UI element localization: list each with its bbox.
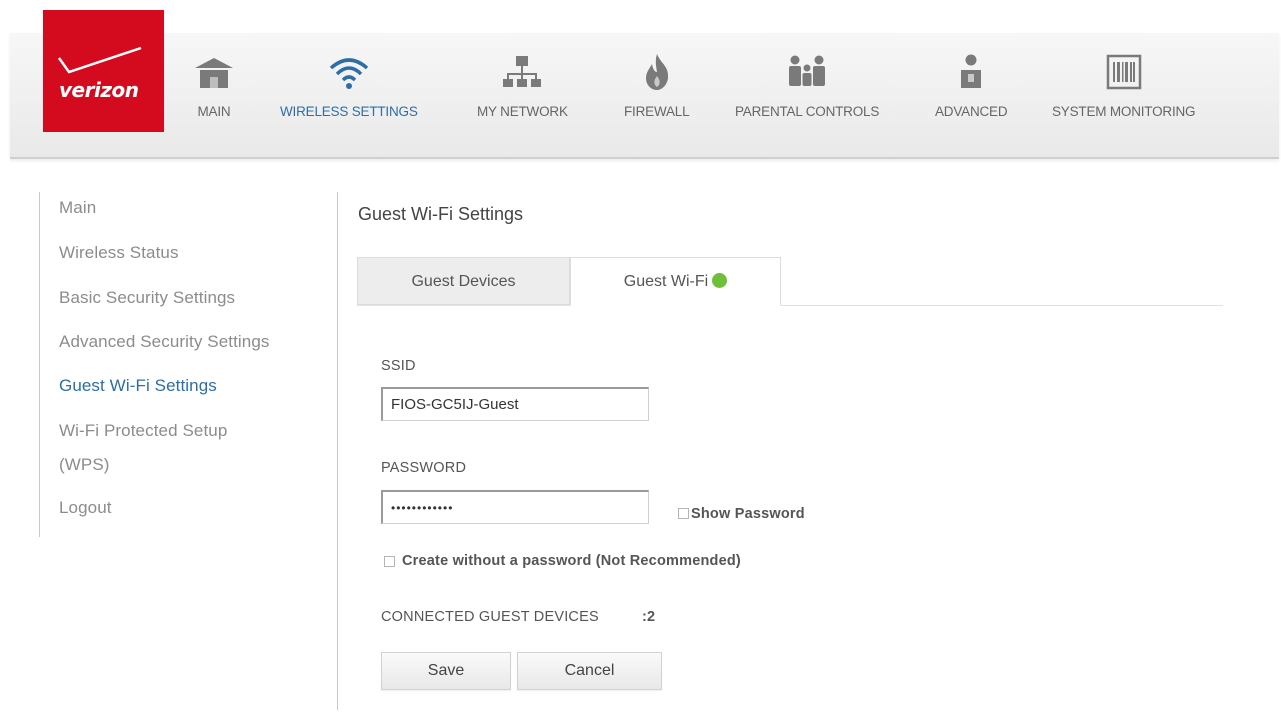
network-icon — [503, 56, 542, 87]
sidebar-item-basic-security-settings[interactable]: Basic Security Settings — [59, 280, 235, 316]
nav-advanced-label: ADVANCED — [935, 104, 1008, 119]
nav-parental-controls[interactable]: PARENTAL CONTROLS — [735, 50, 879, 119]
tab-guest-devices[interactable]: Guest Devices — [357, 257, 570, 305]
nav-my-network-label: MY NETWORK — [477, 104, 568, 119]
sidebar-item-wps-suffix[interactable]: (WPS) — [59, 447, 110, 483]
wifi-icon — [329, 58, 368, 89]
nav-wireless-settings-label: WIRELESS SETTINGS — [280, 104, 418, 119]
nav-parental-controls-label: PARENTAL CONTROLS — [735, 104, 880, 119]
tab-guest-wifi-label: Guest Wi-Fi — [623, 273, 709, 290]
password-label: PASSWORD — [381, 460, 467, 476]
no-password-checkbox[interactable] — [384, 556, 395, 567]
save-button[interactable]: Save — [381, 652, 511, 690]
nav-system-monitoring-label: SYSTEM MONITORING — [1052, 104, 1196, 119]
password-input[interactable] — [381, 490, 649, 524]
page-title: Guest Wi-Fi Settings — [358, 204, 524, 224]
connected-devices-label: CONNECTED GUEST DEVICES — [381, 609, 599, 625]
nav-advanced[interactable]: ADVANCED — [935, 50, 1008, 119]
ssid-input[interactable] — [381, 387, 649, 421]
logo-text: verizon — [59, 78, 139, 102]
show-password-checkbox[interactable] — [678, 508, 689, 519]
sidebar-item-guest-wifi-settings[interactable]: Guest Wi-Fi Settings — [59, 368, 217, 404]
flame-icon — [645, 54, 668, 90]
tab-guest-wifi[interactable]: Guest Wi-Fi — [570, 257, 781, 306]
tab-guest-devices-label: Guest Devices — [411, 273, 516, 290]
show-password-label[interactable]: Show Password — [691, 506, 805, 522]
no-password-label[interactable]: Create without a password (Not Recommend… — [402, 553, 741, 569]
connected-devices-count: :2 — [642, 609, 656, 625]
barcode-icon — [1106, 54, 1141, 90]
person-icon — [961, 54, 982, 88]
nav-firewall-label: FIREWALL — [624, 104, 690, 119]
nav-firewall[interactable]: FIREWALL — [624, 50, 690, 119]
family-icon — [789, 55, 826, 86]
sidebar-item-wps[interactable]: Wi-Fi Protected Setup — [59, 413, 227, 449]
sidebar-divider — [39, 192, 40, 537]
nav-system-monitoring[interactable]: SYSTEM MONITORING — [1052, 50, 1196, 119]
sidebar-item-main[interactable]: Main — [59, 190, 96, 226]
verizon-logo[interactable]: verizon — [43, 10, 164, 132]
content-divider — [337, 192, 338, 710]
sidebar-item-wireless-status[interactable]: Wireless Status — [59, 235, 179, 271]
home-icon — [195, 58, 233, 88]
nav-main[interactable]: MAIN — [191, 50, 237, 119]
sidebar-item-logout[interactable]: Logout — [59, 490, 112, 526]
nav-wireless-settings[interactable]: WIRELESS SETTINGS — [280, 50, 418, 119]
ssid-label: SSID — [381, 358, 416, 374]
nav-main-label: MAIN — [197, 104, 231, 119]
sidebar-item-advanced-security-settings[interactable]: Advanced Security Settings — [59, 324, 270, 360]
cancel-button[interactable]: Cancel — [517, 652, 662, 690]
status-indicator-icon — [712, 273, 728, 288]
nav-my-network[interactable]: MY NETWORK — [477, 50, 568, 119]
